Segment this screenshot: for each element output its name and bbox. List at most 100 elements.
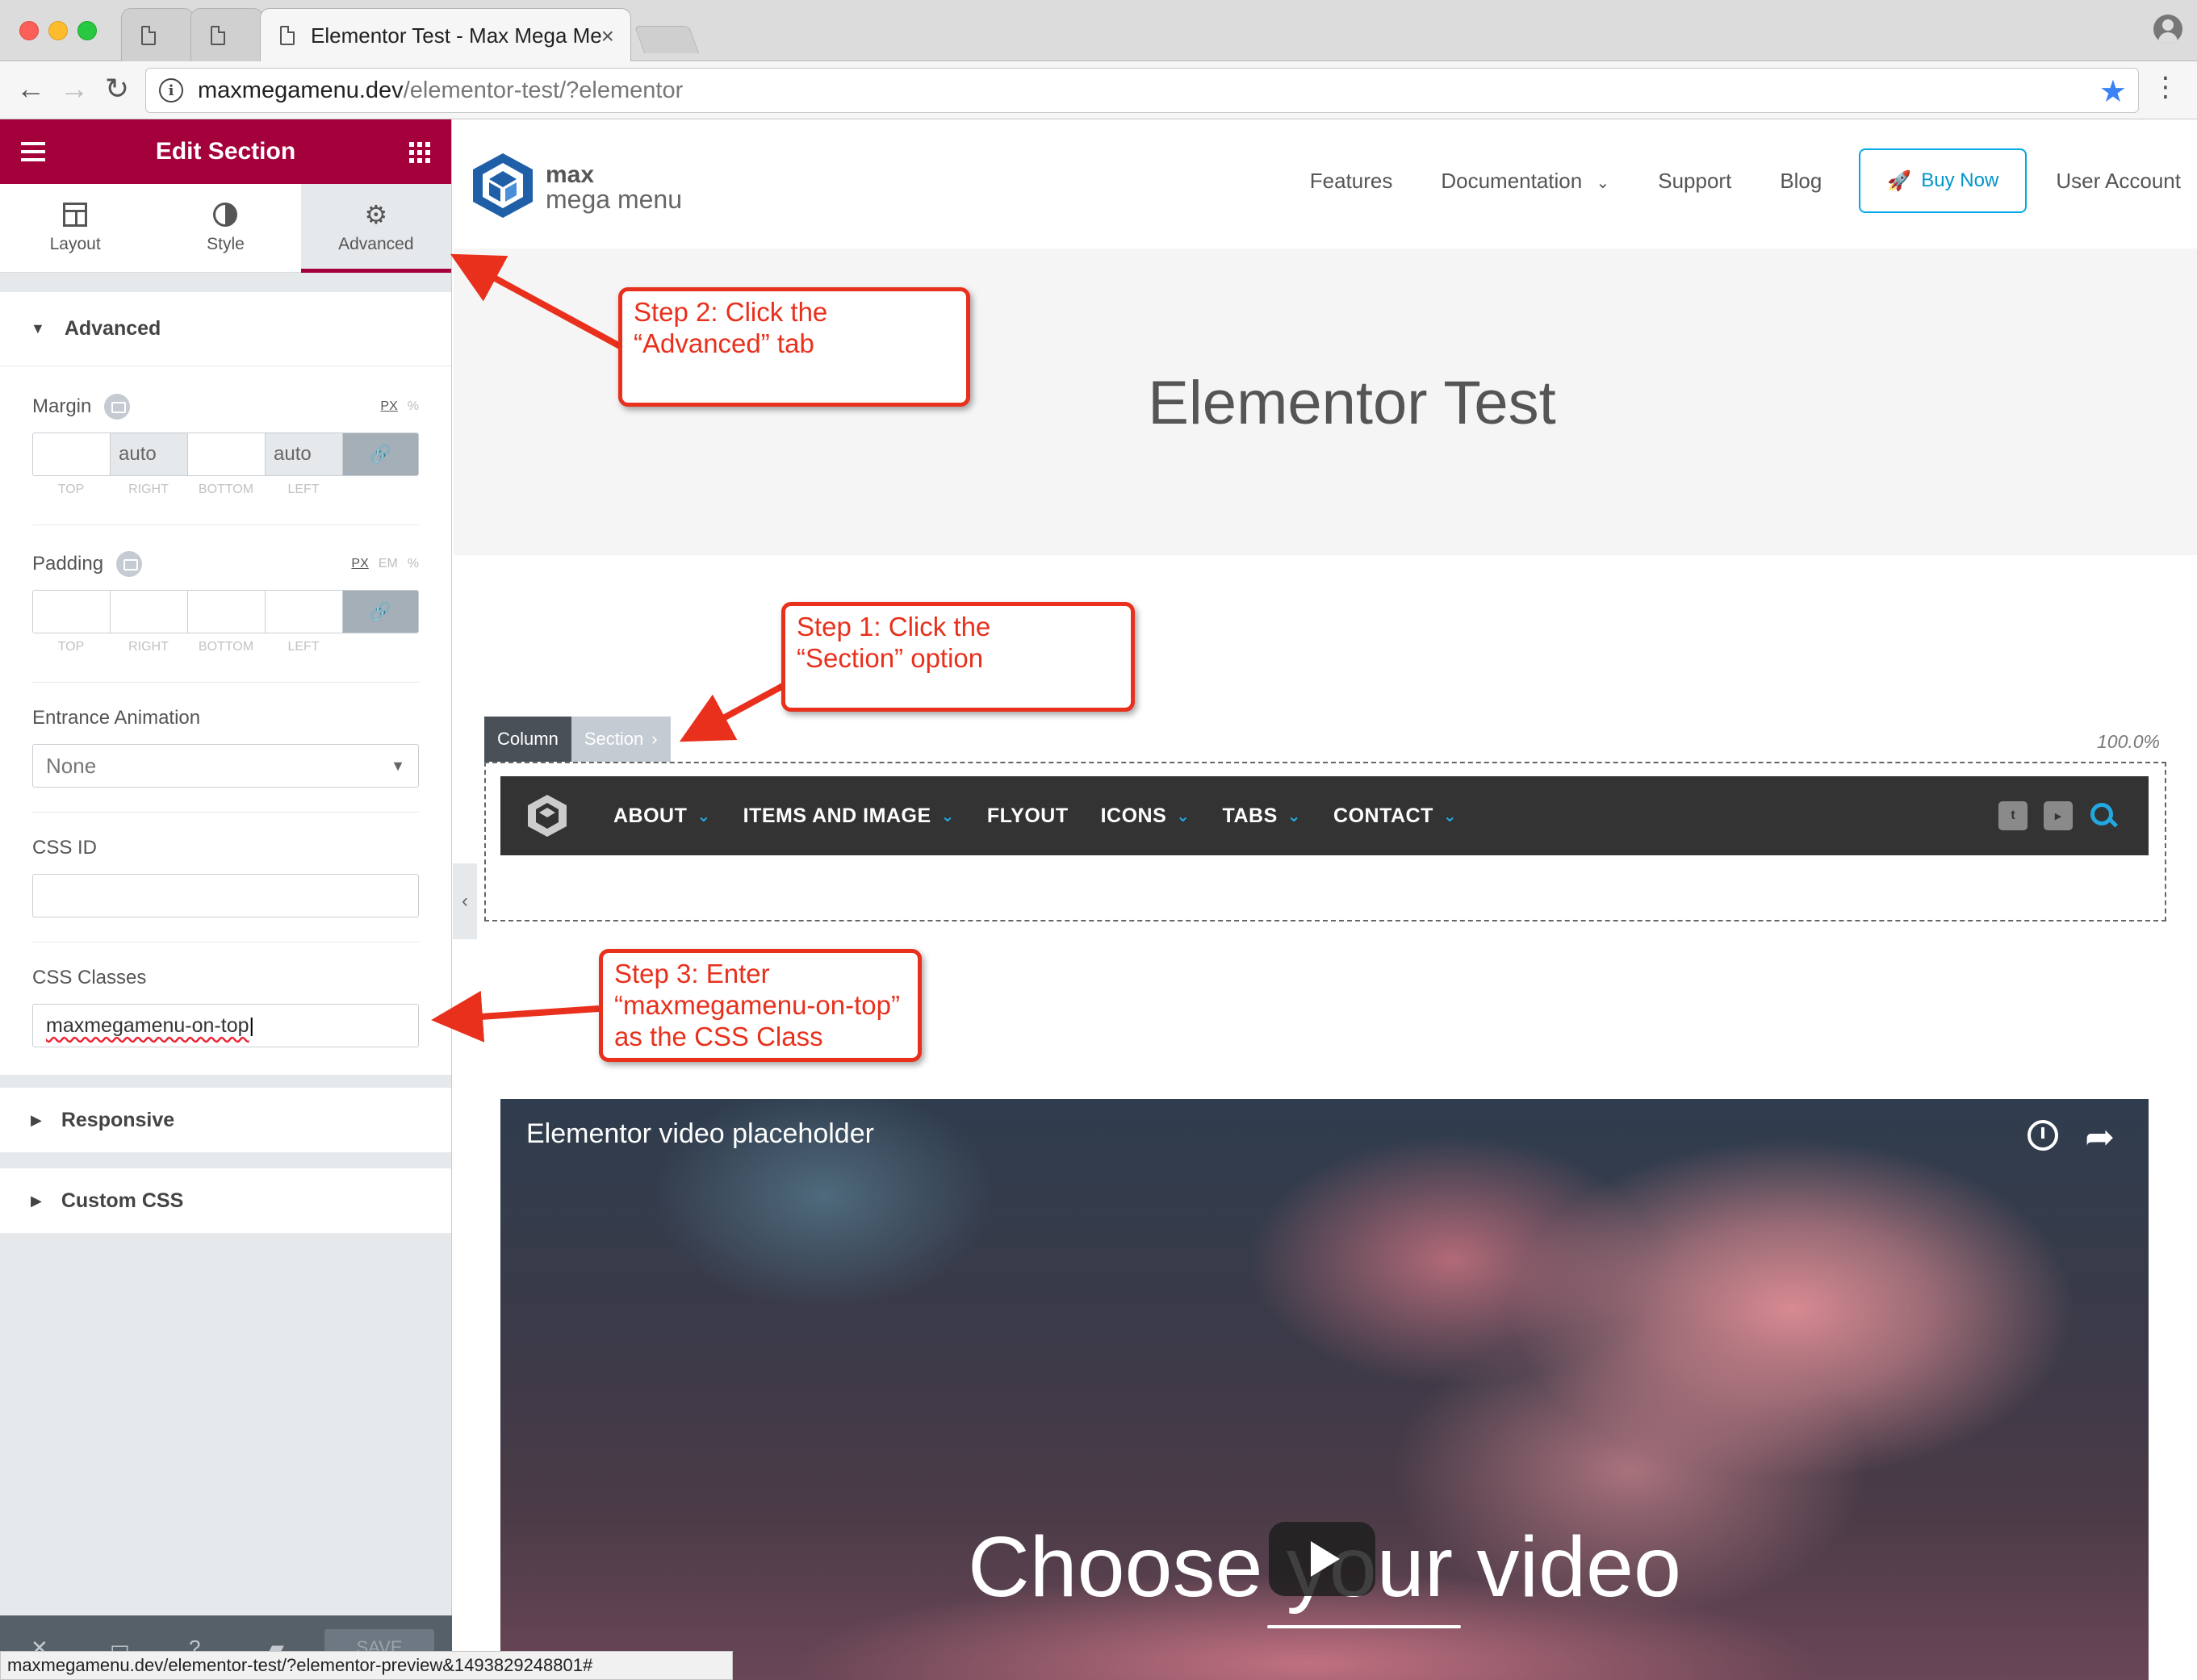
collapse-panel-handle[interactable]: ‹ (453, 863, 477, 939)
tab-advanced[interactable]: ⚙ Advanced (300, 184, 452, 273)
browser-tab-2[interactable] (190, 8, 263, 61)
side-label: BOTTOM (198, 483, 254, 496)
nav-blog[interactable]: Blog (1780, 169, 1822, 194)
nav-support[interactable]: Support (1658, 169, 1731, 194)
browser-menu-icon[interactable]: ⋮ (2152, 71, 2179, 103)
section-title: Custom CSS (61, 1189, 184, 1212)
browser-tab-1[interactable] (121, 8, 194, 61)
maximize-window-button[interactable] (77, 21, 97, 40)
tab-title: Elementor Test - Max Mega Me (311, 23, 602, 48)
document-icon (280, 26, 295, 45)
rocket-icon: 🚀 (1887, 169, 1912, 192)
entrance-animation-select[interactable]: None ▼ (32, 744, 419, 788)
widgets-grid-icon[interactable] (409, 142, 430, 163)
padding-right-input[interactable] (111, 591, 188, 633)
search-icon[interactable] (2089, 801, 2118, 830)
step1-arrow (679, 683, 785, 742)
caret-right-icon: ▶ (31, 1111, 42, 1128)
chevron-left-icon: ‹ (462, 890, 468, 912)
hamburger-menu-icon[interactable] (21, 142, 45, 166)
twitter-icon[interactable]: t (1998, 801, 2028, 830)
minimize-window-button[interactable] (48, 21, 68, 40)
menu-item-flyout[interactable]: FLYOUT (987, 804, 1069, 828)
gear-icon: ⚙ (364, 199, 388, 229)
unit-px[interactable]: PX (380, 399, 397, 413)
padding-top-input[interactable] (33, 591, 111, 633)
padding-inputs: 🔗 (32, 590, 419, 633)
css-classes-label: CSS Classes (32, 967, 147, 988)
menu-logo-icon[interactable] (523, 792, 571, 840)
section-handle[interactable]: Section › (571, 717, 671, 762)
browser-tab-active[interactable]: Elementor Test - Max Mega Me × (260, 8, 631, 62)
unit-px[interactable]: PX (351, 557, 368, 570)
nav-user-account[interactable]: User Account (2056, 169, 2181, 194)
document-icon (141, 25, 156, 45)
step2-callout: Step 2: Click the “Advanced” tab (618, 287, 970, 407)
element-handles: Column Section › (484, 717, 671, 762)
nav-features[interactable]: Features (1310, 169, 1393, 194)
unit-percent[interactable]: % (408, 399, 419, 413)
custom-css-section-toggle[interactable]: ▶ Custom CSS (0, 1168, 451, 1233)
dropdown-arrow-icon: ▼ (391, 757, 405, 774)
css-classes-input[interactable]: maxmegamenu-on-top | (32, 1004, 419, 1047)
chevron-down-icon: ⌄ (1596, 173, 1610, 192)
url-text: maxmegamenu.dev/elementor-test/?elemento… (198, 77, 684, 103)
menu-item-contact[interactable]: CONTACT ⌄ (1333, 804, 1457, 828)
menu-item-icons[interactable]: ICONS ⌄ (1101, 804, 1191, 828)
tab-layout[interactable]: Layout (0, 184, 150, 272)
advanced-section-toggle[interactable]: ▼ Advanced (0, 292, 451, 366)
caret-right-icon: ▶ (31, 1192, 42, 1209)
margin-left-input[interactable]: auto (266, 433, 343, 475)
margin-side-labels: TOP RIGHT BOTTOM LEFT (32, 483, 419, 497)
menu-item-items-and-image[interactable]: ITEMS AND IMAGE ⌄ (743, 804, 955, 828)
forward-arrow-icon[interactable]: → (60, 73, 89, 105)
margin-right-input[interactable]: auto (111, 433, 188, 475)
desktop-device-icon[interactable] (104, 394, 131, 420)
panel-tabs: Layout Style ⚙ Advanced (0, 184, 452, 273)
margin-inputs: auto auto 🔗 (32, 433, 419, 476)
reload-icon[interactable]: ↻ (105, 73, 129, 105)
profile-icon[interactable] (2153, 15, 2182, 44)
nav-documentation[interactable]: Documentation ⌄ (1441, 169, 1609, 194)
chevron-down-icon: ⌄ (697, 807, 711, 825)
logo-wordmark[interactable]: max mega menu (546, 163, 682, 213)
unit-percent[interactable]: % (408, 557, 419, 570)
padding-left-input[interactable] (266, 591, 343, 633)
chevron-right-icon: › (651, 729, 658, 749)
unit-em[interactable]: EM (379, 557, 398, 570)
padding-bottom-input[interactable] (188, 591, 266, 633)
tab-style[interactable]: Style (150, 184, 300, 272)
css-id-input[interactable] (32, 874, 419, 917)
address-bar[interactable]: i maxmegamenu.dev/elementor-test/?elemen… (145, 68, 2139, 113)
link-values-icon[interactable]: 🔗 (343, 591, 418, 633)
close-tab-icon[interactable]: × (601, 23, 614, 49)
info-icon[interactable]: i (159, 78, 183, 102)
bookmark-star-icon[interactable]: ★ (2099, 73, 2127, 110)
video-placeholder[interactable]: Elementor video placeholder ➦ Choose you… (500, 1099, 2149, 1680)
new-tab-button[interactable] (634, 26, 700, 53)
close-window-button[interactable] (19, 21, 39, 40)
margin-units: PX% (370, 399, 419, 414)
menu-item-tabs[interactable]: TABS ⌄ (1223, 804, 1301, 828)
back-arrow-icon[interactable]: ← (16, 73, 45, 105)
browser-toolbar: ← → ↻ i maxmegamenu.dev/elementor-test/?… (0, 61, 2197, 119)
side-label: RIGHT (128, 640, 169, 654)
share-arrow-icon[interactable]: ➦ (2085, 1117, 2115, 1158)
buy-now-button[interactable]: 🚀 Buy Now (1859, 148, 2028, 213)
link-values-icon[interactable]: 🔗 (343, 433, 418, 475)
select-value: None (46, 753, 97, 778)
margin-top-input[interactable] (33, 433, 111, 475)
side-label: TOP (57, 640, 85, 654)
mega-menu-items: ABOUT ⌄ ITEMS AND IMAGE ⌄ FLYOUT ICONS ⌄ TA… (613, 804, 1489, 828)
margin-bottom-input[interactable] (188, 433, 266, 475)
responsive-section-toggle[interactable]: ▶ Responsive (0, 1088, 451, 1152)
max-mega-menu-logo-icon[interactable] (471, 152, 534, 219)
watch-later-clock-icon[interactable] (2028, 1120, 2058, 1151)
panel-title: Edit Section (155, 138, 296, 165)
column-handle[interactable]: Column (484, 717, 571, 762)
play-button-icon[interactable] (1269, 1522, 1375, 1596)
css-classes-control: CSS Classes maxmegamenu-on-top | (0, 942, 451, 1047)
menu-item-about[interactable]: ABOUT ⌄ (613, 804, 711, 828)
youtube-icon[interactable]: ▶ (2044, 801, 2073, 830)
desktop-device-icon[interactable] (116, 551, 143, 577)
